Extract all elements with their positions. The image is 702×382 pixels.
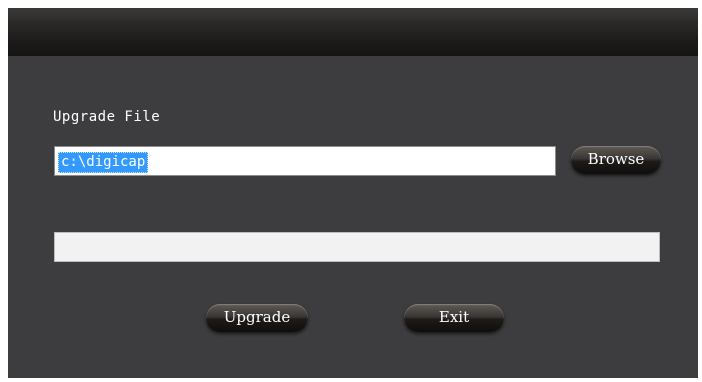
upgrade-file-path-input[interactable]: c:\digicap (54, 146, 556, 176)
exit-button[interactable]: Exit (404, 304, 504, 332)
upgrade-progress-bar (54, 232, 660, 262)
title-bar[interactable] (8, 8, 698, 56)
upgrade-file-label: Upgrade File (53, 109, 161, 125)
upgrade-file-path-text: c:\digicap (58, 152, 149, 173)
upgrade-dialog: Upgrade File c:\digicap Browse Upgrade E… (8, 8, 698, 378)
browse-button[interactable]: Browse (571, 146, 661, 174)
upgrade-button[interactable]: Upgrade (206, 304, 308, 332)
